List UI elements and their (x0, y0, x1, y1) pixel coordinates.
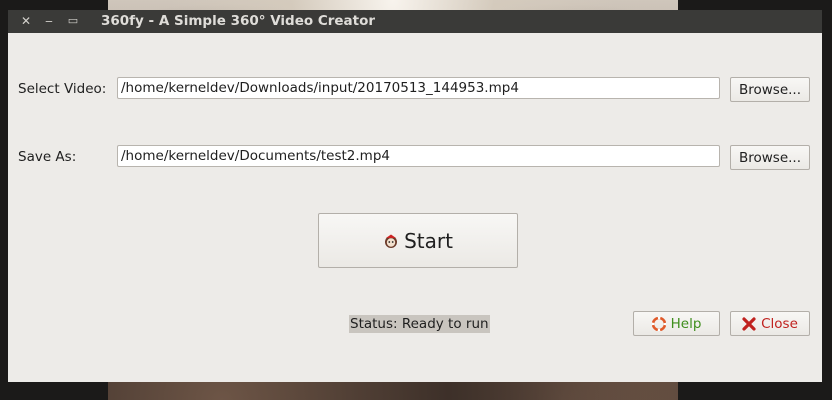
red-x-icon (742, 316, 756, 331)
browse-video-label: Browse... (738, 81, 802, 98)
start-app-icon (383, 233, 399, 249)
start-label: Start (404, 228, 453, 253)
window-title: 360fy - A Simple 360° Video Creator (101, 13, 376, 29)
browse-save-button[interactable]: Browse... (730, 145, 810, 170)
select-video-label: Select Video: (18, 81, 107, 97)
lifebuoy-icon (651, 316, 666, 331)
help-button[interactable]: Help (633, 311, 720, 336)
window-close-button[interactable]: ✕ (18, 13, 34, 29)
help-label: Help (670, 315, 702, 332)
save-path-input[interactable] (117, 145, 720, 167)
status-text: Status: Ready to run (349, 315, 490, 333)
browse-video-button[interactable]: Browse... (730, 77, 810, 102)
close-button[interactable]: Close (730, 311, 810, 336)
close-label: Close (761, 315, 798, 332)
window-maximize-button[interactable]: ▭ (65, 13, 81, 29)
save-as-label: Save As: (18, 149, 77, 165)
video-path-input[interactable] (117, 77, 720, 99)
app-window: ✕ ‒ ▭ 360fy - A Simple 360° Video Creato… (8, 10, 822, 382)
window-minimize-button[interactable]: ‒ (41, 13, 57, 29)
browse-save-label: Browse... (738, 149, 802, 166)
title-bar: ✕ ‒ ▭ 360fy - A Simple 360° Video Creato… (8, 10, 822, 33)
start-button[interactable]: Start (318, 213, 518, 268)
